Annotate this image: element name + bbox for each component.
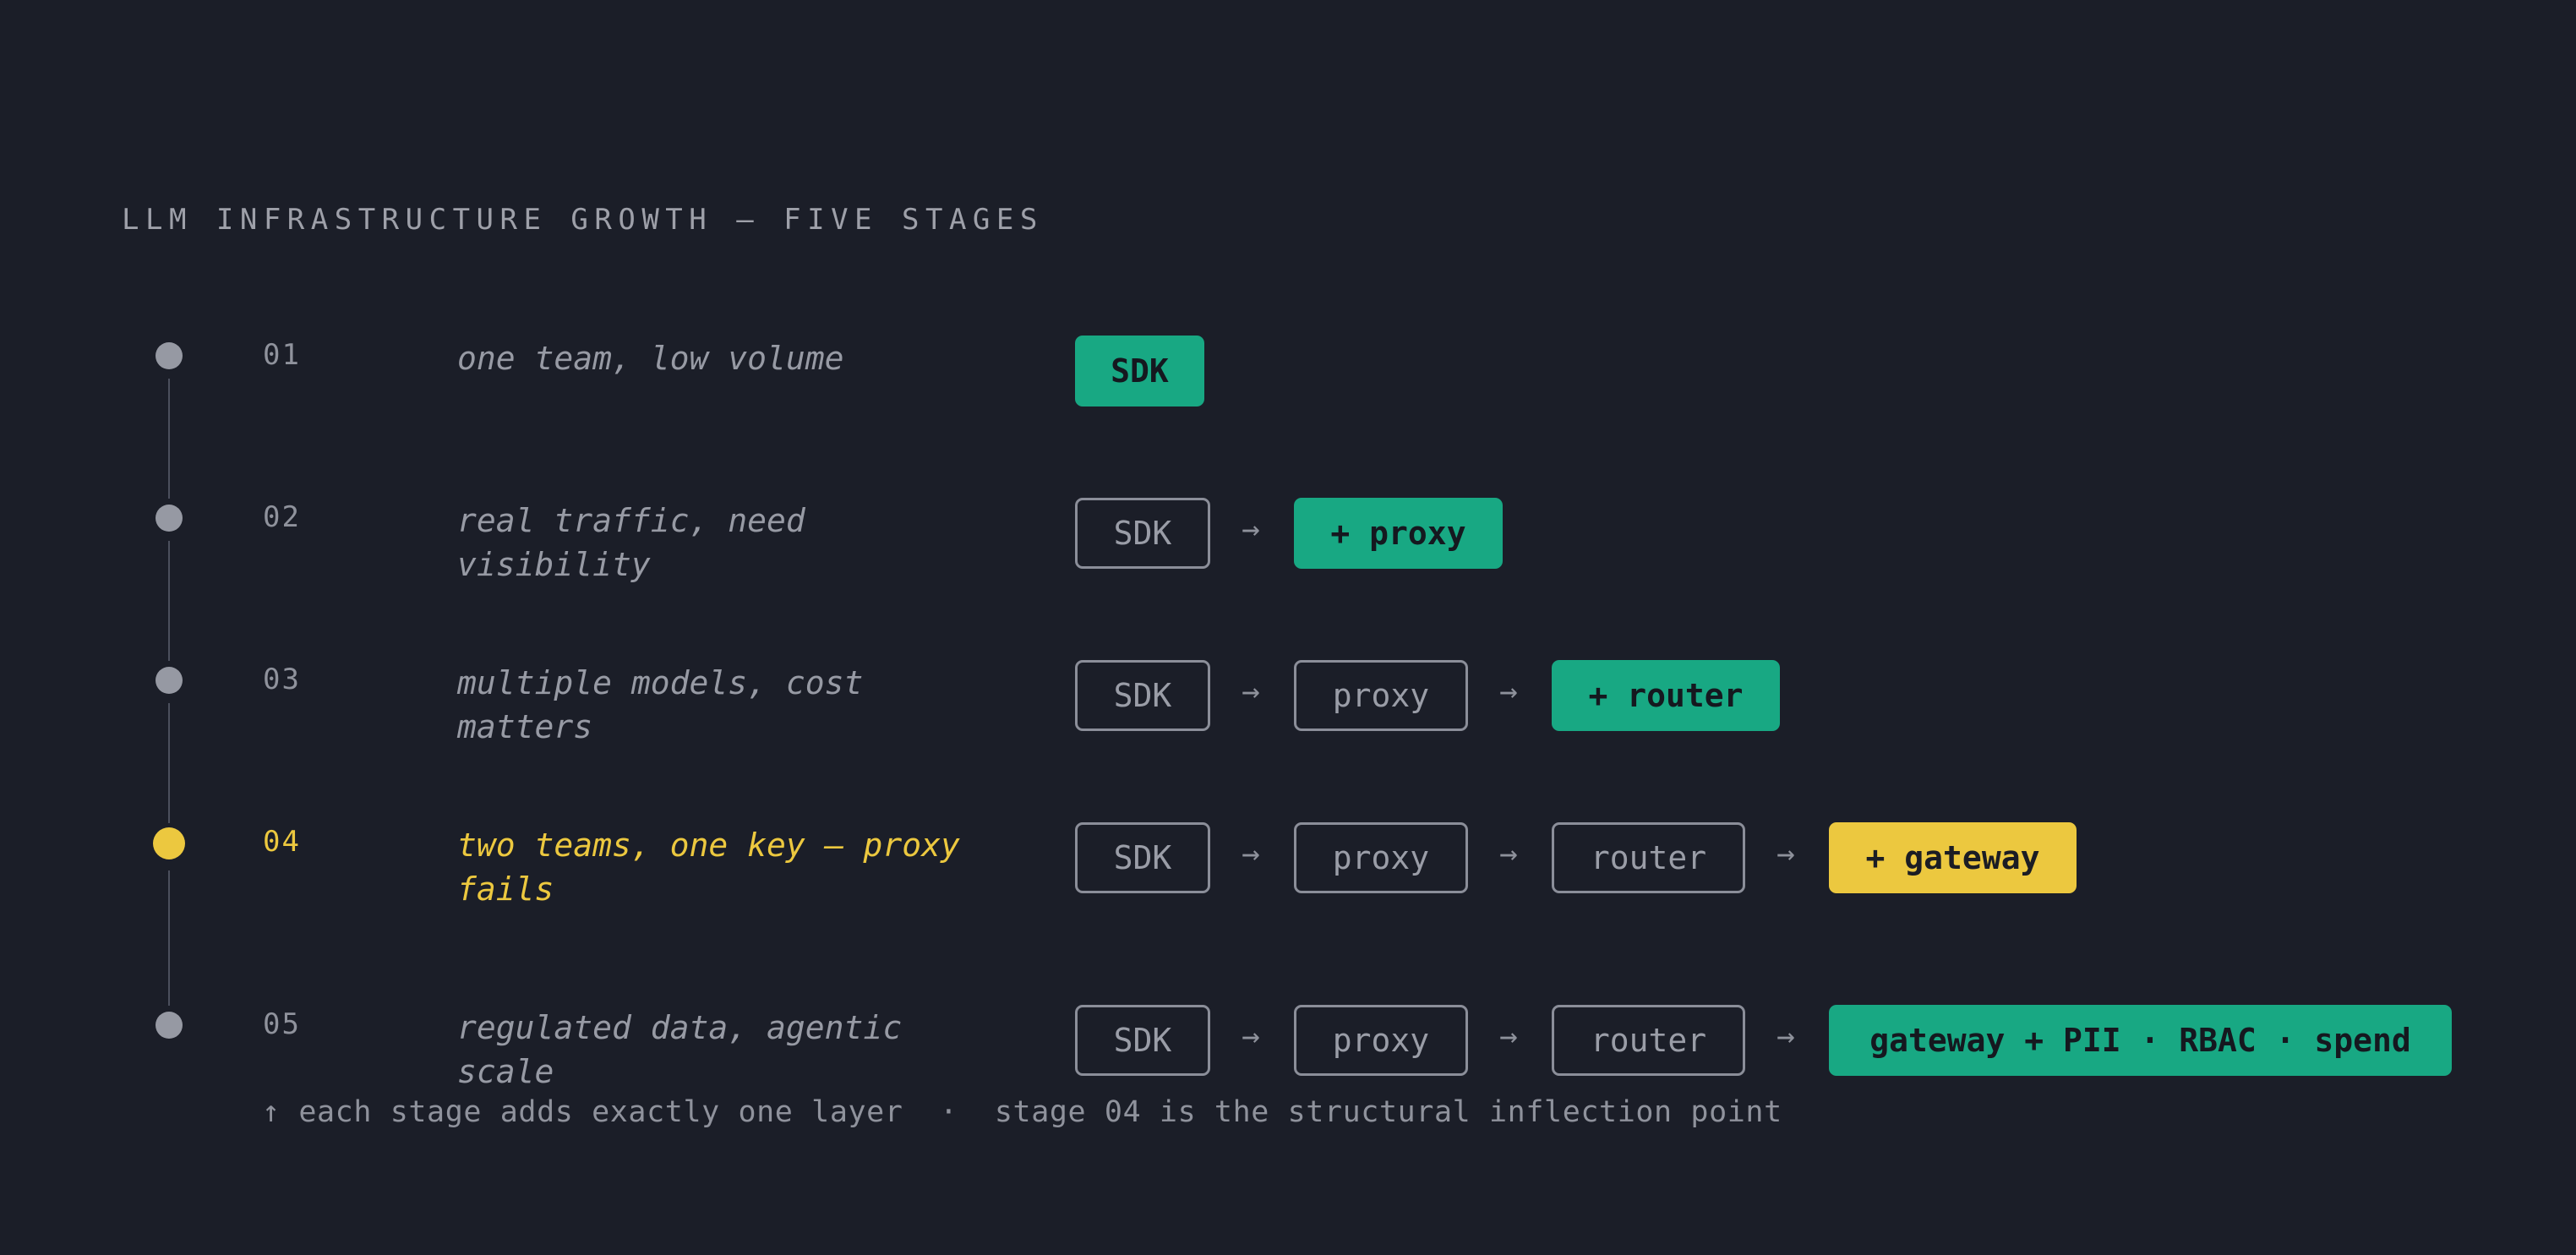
stage-description: one team, low volume — [457, 340, 844, 377]
stage-number: 05 — [263, 1007, 301, 1041]
stage-description: regulated data, agentic scale — [457, 1009, 903, 1090]
stage-description: two teams, one key — proxy fails — [457, 827, 960, 908]
stage-number: 03 — [263, 663, 301, 696]
stage-number: 01 — [263, 338, 301, 372]
stage-marker — [156, 667, 183, 694]
component-proxy: proxy — [1294, 660, 1468, 731]
flow-arrow: → — [1242, 674, 1260, 709]
stage-description: multiple models, cost matters — [457, 664, 864, 745]
timeline-connector — [168, 379, 170, 499]
component-proxy: proxy — [1294, 822, 1468, 893]
component-sdk: SDK — [1075, 498, 1210, 569]
component-router: router — [1552, 822, 1745, 893]
stage-marker-highlight — [153, 827, 185, 859]
flow-arrow: → — [1499, 837, 1518, 871]
diagram-title: LLM INFRASTRUCTURE GROWTH — FIVE STAGES — [122, 203, 1044, 237]
timeline-connector — [168, 870, 170, 1006]
stage-description: real traffic, need visibility — [457, 502, 805, 583]
flow-arrow: → — [1242, 1019, 1260, 1054]
component-sdk-new: SDK — [1075, 336, 1204, 407]
stage-marker — [156, 1012, 183, 1039]
flow-arrow: → — [1242, 512, 1260, 547]
component-proxy-new: + proxy — [1294, 498, 1503, 569]
component-router: router — [1552, 1005, 1745, 1076]
timeline-connector — [168, 703, 170, 823]
stage-number: 02 — [263, 500, 301, 534]
component-router-new: + router — [1552, 660, 1780, 731]
flow-arrow: → — [1242, 837, 1260, 871]
flow-arrow: → — [1499, 674, 1518, 709]
component-sdk: SDK — [1075, 822, 1210, 893]
flow-arrow: → — [1776, 1019, 1795, 1054]
component-sdk: SDK — [1075, 660, 1210, 731]
component-gateway-full: gateway + PII · RBAC · spend — [1829, 1005, 2452, 1076]
timeline-connector — [168, 541, 170, 661]
stage-number: 04 — [263, 825, 301, 859]
component-sdk: SDK — [1075, 1005, 1210, 1076]
stage-marker — [156, 505, 183, 532]
component-gateway-new: + gateway — [1829, 822, 2077, 893]
stage-marker — [156, 342, 183, 369]
component-proxy: proxy — [1294, 1005, 1468, 1076]
footnote: ↑ each stage adds exactly one layer · st… — [262, 1095, 1782, 1129]
flow-arrow: → — [1776, 837, 1795, 871]
flow-arrow: → — [1499, 1019, 1518, 1054]
